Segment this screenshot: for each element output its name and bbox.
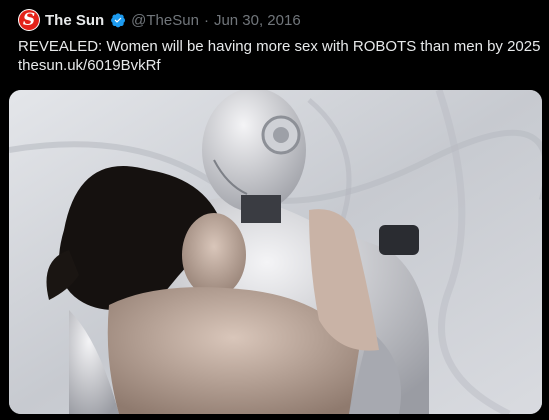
tweet-header: S The Sun @TheSun · Jun 30, 2016 (18, 9, 539, 31)
separator: · (203, 11, 209, 29)
handle[interactable]: @TheSun (131, 12, 199, 29)
tweet-link[interactable]: thesun.uk/6019BvkRf (18, 56, 543, 75)
tweet: S The Sun @TheSun · Jun 30, 2016 REVEALE… (0, 0, 549, 420)
avatar[interactable]: S (18, 9, 40, 31)
tweet-text: REVEALED: Women will be having more sex … (18, 37, 543, 75)
verified-badge-icon (111, 13, 126, 28)
tweet-image[interactable] (9, 90, 542, 414)
the-sun-logo-icon: S (19, 10, 39, 30)
tweet-photo (9, 90, 542, 414)
tweet-date[interactable]: Jun 30, 2016 (214, 12, 301, 29)
tweet-text-line: REVEALED: Women will be having more sex … (18, 38, 541, 55)
display-name[interactable]: The Sun (45, 12, 104, 29)
